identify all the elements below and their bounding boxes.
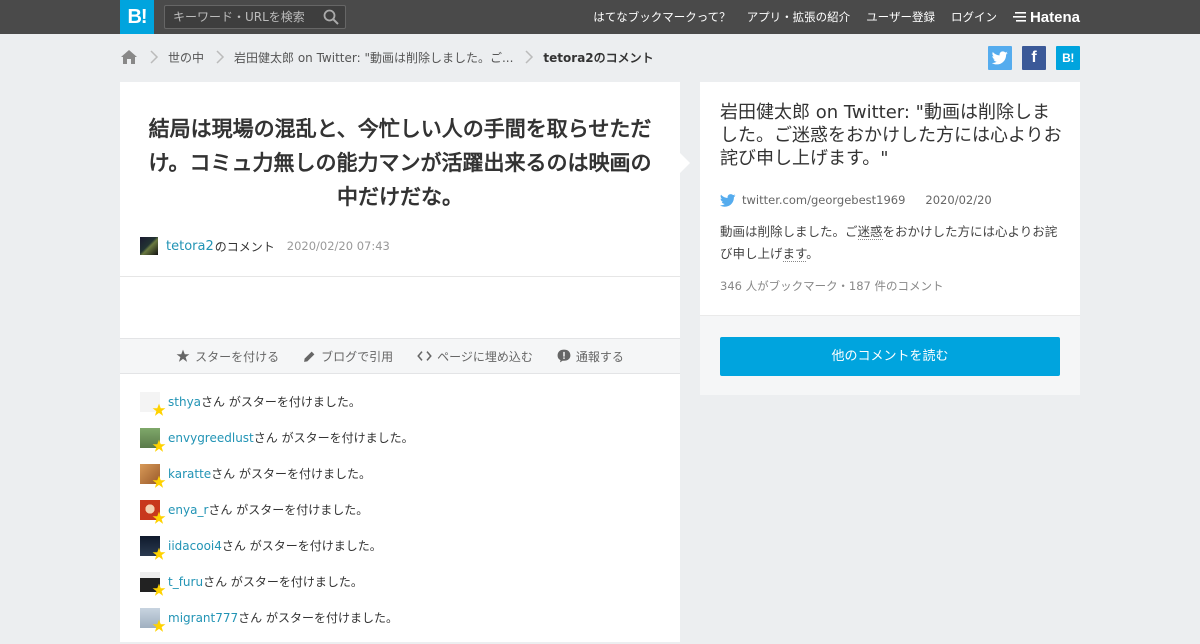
global-nav: はてなブックマークって？ アプリ・拡張の紹介 ユーザー登録 ログイン Haten… <box>577 0 1080 34</box>
hatena-bookmark-logo[interactable]: B! <box>120 0 154 34</box>
list-item: envygreedlust さん がスターを付けました。 <box>140 428 660 464</box>
breadcrumb-entry[interactable]: 岩田健太郎 on Twitter: "動画は削除しました。ご... <box>234 49 513 66</box>
star-icon <box>152 511 166 524</box>
star-text: さん がスターを付けました。 <box>238 611 398 625</box>
embed-label: ページに埋め込む <box>437 349 533 364</box>
list-item: karatte さん がスターを付けました。 <box>140 464 660 500</box>
comment-meta: tetora2 のコメント 2020/02/20 07:43 <box>140 237 390 255</box>
list-item: migrant777 さん がスターを付けました。 <box>140 608 660 644</box>
twitter-bird-icon <box>720 193 736 207</box>
list-item: iidacooi4 さん がスターを付けました。 <box>140 536 660 572</box>
bookmark-count-link[interactable]: 346 人がブックマーク・187 件のコメント <box>720 278 943 294</box>
hatena-logo[interactable]: Hatena <box>1012 8 1080 26</box>
comment-actions: スターを付ける ブログで引用 ページに埋め込む 通報する <box>120 338 680 374</box>
summary-text: 。 <box>806 246 819 261</box>
entry-card: 岩田健太郎 on Twitter: "動画は削除しました。ご迷惑をおかけした方に… <box>700 82 1080 395</box>
entry-date: 2020/02/20 <box>925 193 992 207</box>
star-icon <box>152 583 166 596</box>
code-icon <box>417 351 432 361</box>
chevron-right-icon <box>150 50 159 64</box>
add-star-label: スターを付ける <box>195 349 280 364</box>
card-pointer <box>680 153 690 173</box>
star-user-link[interactable]: karatte <box>168 464 211 484</box>
home-icon[interactable] <box>120 48 138 66</box>
entry-source: twitter.com/georgebest1969 2020/02/20 <box>720 191 992 209</box>
avatar[interactable] <box>140 237 158 255</box>
comment-text: 結局は現場の混乱と、今忙しい人の手間を取らせただけ。コミュ力無しの能力マンが活躍… <box>148 117 652 209</box>
star-icon <box>152 475 166 488</box>
entry-domain-link[interactable]: twitter.com/georgebest1969 <box>742 193 905 207</box>
report-button[interactable]: 通報する <box>557 348 624 365</box>
comment-user-suffix: のコメント <box>214 239 275 254</box>
report-label: 通報する <box>575 349 624 364</box>
hatena-brand-text: Hatena <box>1029 8 1080 26</box>
list-item: sthya さん がスターを付けました。 <box>140 392 660 428</box>
chevron-right-icon <box>525 50 534 64</box>
avatar[interactable] <box>140 572 166 596</box>
share-buttons: f B! <box>978 46 1080 70</box>
star-user-link[interactable]: t_furu <box>168 572 203 592</box>
facebook-share-button[interactable]: f <box>1022 46 1046 70</box>
star-user-link[interactable]: enya_r <box>168 500 208 520</box>
avatar[interactable] <box>140 428 166 452</box>
search-box <box>164 5 346 29</box>
comment-date[interactable]: 2020/02/20 07:43 <box>287 239 390 253</box>
read-comments-button[interactable]: 他のコメントを読む <box>720 337 1060 376</box>
divider <box>120 276 680 277</box>
star-icon <box>152 403 166 416</box>
star-icon <box>152 619 166 632</box>
star-list: sthya さん がスターを付けました。 envygreedlust さん がス… <box>140 392 660 644</box>
pencil-icon <box>304 351 315 362</box>
comment-card: 結局は現場の混乱と、今忙しい人の手間を取らせただけ。コミュ力無しの能力マンが活躍… <box>120 82 680 642</box>
nav-about[interactable]: はてなブックマークって？ <box>593 9 730 25</box>
star-text: さん がスターを付けました。 <box>201 395 361 409</box>
star-icon <box>152 439 166 452</box>
nav-register[interactable]: ユーザー登録 <box>866 9 935 25</box>
star-text: さん がスターを付けました。 <box>203 575 363 589</box>
star-icon <box>176 349 190 362</box>
blog-quote-button[interactable]: ブログで引用 <box>303 348 393 365</box>
star-user-link[interactable]: sthya <box>168 392 201 412</box>
hatena-bookmark-share-button[interactable]: B! <box>1056 46 1080 70</box>
breadcrumb-bar: 世の中 岩田健太郎 on Twitter: "動画は削除しました。ご... te… <box>120 34 1080 82</box>
list-item: t_furu さん がスターを付けました。 <box>140 572 660 608</box>
search-input[interactable] <box>165 6 315 28</box>
chevron-right-icon <box>216 50 225 64</box>
entry-footer: 他のコメントを読む <box>700 315 1080 395</box>
star-text: さん がスターを付けました。 <box>221 539 382 553</box>
nav-apps[interactable]: アプリ・拡張の紹介 <box>747 9 851 25</box>
entry-summary: 動画は削除しました。ご迷惑をおかけした方には心よりお詫び申し上げます。 <box>720 221 1065 265</box>
avatar[interactable] <box>140 536 166 560</box>
avatar[interactable] <box>140 500 166 524</box>
star-text: さん がスターを付けました。 <box>253 431 414 445</box>
search-icon[interactable] <box>323 9 339 25</box>
twitter-share-button[interactable] <box>988 46 1012 70</box>
hatena-mark-icon <box>1012 12 1026 22</box>
global-header: B! はてなブックマークって？ アプリ・拡張の紹介 ユーザー登録 ログイン Ha… <box>0 0 1200 34</box>
breadcrumb: 世の中 岩田健太郎 on Twitter: "動画は削除しました。ご... te… <box>120 47 654 67</box>
avatar[interactable] <box>140 392 166 416</box>
blog-quote-label: ブログで引用 <box>321 349 394 364</box>
star-user-link[interactable]: iidacooi4 <box>168 536 222 556</box>
star-user-link[interactable]: migrant777 <box>168 608 238 628</box>
twitter-bird-icon <box>992 51 1008 65</box>
avatar[interactable] <box>140 608 166 632</box>
summary-text: 動画は削除しました。ご <box>720 224 858 239</box>
nav-login[interactable]: ログイン <box>951 9 997 25</box>
breadcrumb-current: tetora2のコメント <box>543 50 654 65</box>
embed-button[interactable]: ページに埋め込む <box>417 348 533 365</box>
star-icon <box>152 547 166 560</box>
breadcrumb-category[interactable]: 世の中 <box>168 49 204 66</box>
list-item: enya_r さん がスターを付けました。 <box>140 500 660 536</box>
keyword-link[interactable]: ます <box>782 246 807 262</box>
comment-user-link[interactable]: tetora2 <box>166 239 214 254</box>
report-icon <box>557 349 571 363</box>
keyword-link[interactable]: 迷惑 <box>857 224 883 240</box>
star-text: さん がスターを付けました。 <box>211 467 371 481</box>
entry-title-link[interactable]: 岩田健太郎 on Twitter: "動画は削除しました。ご迷惑をおかけした方に… <box>720 101 1065 170</box>
avatar[interactable] <box>140 464 166 488</box>
star-text: さん がスターを付けました。 <box>208 503 369 517</box>
add-star-button[interactable]: スターを付ける <box>176 348 279 365</box>
star-user-link[interactable]: envygreedlust <box>168 428 254 448</box>
